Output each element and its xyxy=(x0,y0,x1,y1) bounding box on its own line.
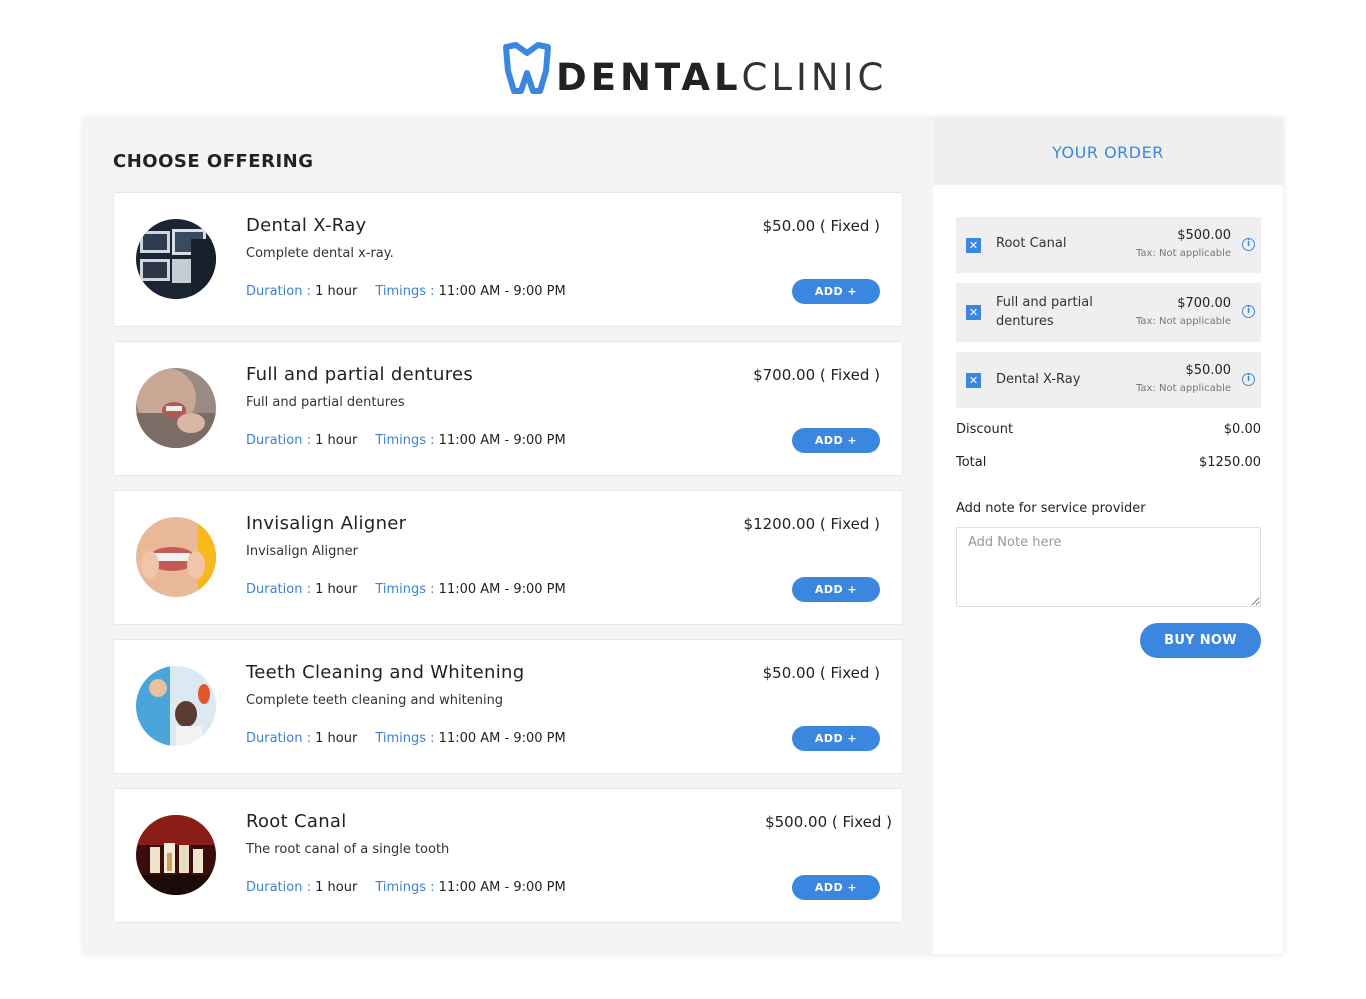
timings-value: 11:00 AM - 9:00 PM xyxy=(438,284,566,299)
order-title: YOUR ORDER xyxy=(1052,143,1164,162)
timings-value: 11:00 AM - 9:00 PM xyxy=(438,731,566,746)
order-item-price: $500.00 xyxy=(1177,228,1231,243)
timings-value: 11:00 AM - 9:00 PM xyxy=(438,880,566,895)
offering-card-teeth-cleaning: Teeth Cleaning and Whitening Complete te… xyxy=(113,639,903,774)
discount-value: $0.00 xyxy=(1223,422,1261,437)
offering-image xyxy=(136,517,216,597)
note-textarea[interactable] xyxy=(956,527,1261,607)
offering-card-invisalign: Invisalign Aligner Invisalign Aligner Du… xyxy=(113,490,903,625)
offerings-section: CHOOSE OFFERING Dental X-Ray Complete de… xyxy=(83,118,933,954)
order-section: YOUR ORDER ✕ Root Canal $500.00 Tax: Not… xyxy=(933,118,1283,954)
add-button[interactable]: ADD + xyxy=(792,279,880,304)
logo-wordmark: DENTALCLINIC xyxy=(556,59,887,96)
total-value: $1250.00 xyxy=(1198,455,1261,470)
offering-price: $50.00 ( Fixed ) xyxy=(762,217,880,235)
offering-price: $500.00 ( Fixed ) xyxy=(765,813,892,831)
duration-label: Duration : xyxy=(246,433,311,448)
order-item-price: $50.00 xyxy=(1185,363,1232,378)
add-button[interactable]: ADD + xyxy=(792,577,880,602)
offering-price: $700.00 ( Fixed ) xyxy=(753,366,880,384)
logo-text-bold: DENTAL xyxy=(556,55,742,99)
discount-row: Discount $0.00 xyxy=(956,422,1261,437)
duration-value: 1 hour xyxy=(315,433,358,448)
offering-meta: Duration : 1 hour Timings : 11:00 AM - 9:… xyxy=(246,880,566,895)
order-item-price: $700.00 xyxy=(1177,296,1231,311)
offering-meta: Duration : 1 hour Timings : 11:00 AM - 9:… xyxy=(246,433,566,448)
info-icon[interactable]: i xyxy=(1242,238,1255,251)
timings-label: Timings : xyxy=(375,433,435,448)
offering-description: Full and partial dentures xyxy=(246,395,405,410)
order-item-tax: Tax: Not applicable xyxy=(1135,248,1231,259)
offering-card-dental-xray: Dental X-Ray Complete dental x-ray. Dura… xyxy=(113,192,903,327)
duration-label: Duration : xyxy=(246,731,311,746)
duration-label: Duration : xyxy=(246,284,311,299)
offering-image xyxy=(136,219,216,299)
order-item-name: Root Canal xyxy=(996,236,1067,251)
info-icon[interactable]: i xyxy=(1242,305,1255,318)
offering-name: Full and partial dentures xyxy=(246,364,474,385)
booking-panel: CHOOSE OFFERING Dental X-Ray Complete de… xyxy=(83,118,1283,954)
offering-name: Root Canal xyxy=(246,811,347,832)
buy-now-button[interactable]: BUY NOW xyxy=(1140,623,1261,658)
offering-card-dentures: Full and partial dentures Full and parti… xyxy=(113,341,903,476)
total-row: Total $1250.00 xyxy=(956,455,1261,470)
add-button[interactable]: ADD + xyxy=(792,875,880,900)
offering-name: Invisalign Aligner xyxy=(246,513,407,534)
offering-image xyxy=(136,815,216,895)
timings-value: 11:00 AM - 9:00 PM xyxy=(438,433,566,448)
offering-name: Dental X-Ray xyxy=(246,215,367,236)
order-header: YOUR ORDER xyxy=(933,118,1283,185)
remove-item-icon[interactable]: ✕ xyxy=(966,373,981,388)
timings-label: Timings : xyxy=(375,582,435,597)
note-label: Add note for service provider xyxy=(956,501,1146,516)
tooth-logo-icon xyxy=(503,42,551,94)
duration-value: 1 hour xyxy=(315,880,358,895)
total-label: Total xyxy=(956,455,987,470)
offering-card-root-canal: Root Canal The root canal of a single to… xyxy=(113,788,903,923)
clinic-logo: DENTALCLINIC xyxy=(500,40,887,96)
order-item-dentures: ✕ Full and partial dentures $700.00 Tax:… xyxy=(956,283,1261,342)
order-item-tax: Tax: Not applicable xyxy=(1135,316,1231,327)
timings-label: Timings : xyxy=(375,284,435,299)
order-item-name: Full and partial dentures xyxy=(996,295,1093,329)
add-button[interactable]: ADD + xyxy=(792,726,880,751)
offering-meta: Duration : 1 hour Timings : 11:00 AM - 9:… xyxy=(246,582,566,597)
remove-item-icon[interactable]: ✕ xyxy=(966,305,981,320)
offering-price: $50.00 ( Fixed ) xyxy=(762,664,880,682)
add-button[interactable]: ADD + xyxy=(792,428,880,453)
timings-label: Timings : xyxy=(375,731,435,746)
offering-description: Complete teeth cleaning and whitening xyxy=(246,693,504,708)
order-item-root-canal: ✕ Root Canal $500.00 Tax: Not applicable… xyxy=(956,217,1261,273)
logo-text-light: CLINIC xyxy=(741,55,888,99)
offering-meta: Duration : 1 hour Timings : 11:00 AM - 9:… xyxy=(246,731,566,746)
discount-label: Discount xyxy=(956,422,1014,437)
order-item-tax: Tax: Not applicable xyxy=(1135,383,1231,394)
duration-value: 1 hour xyxy=(315,284,358,299)
offering-description: Invisalign Aligner xyxy=(246,544,358,559)
offering-description: Complete dental x-ray. xyxy=(246,246,394,261)
offerings-title: CHOOSE OFFERING xyxy=(113,151,314,172)
offering-meta: Duration : 1 hour Timings : 11:00 AM - 9:… xyxy=(246,284,566,299)
duration-label: Duration : xyxy=(246,582,311,597)
info-icon[interactable]: i xyxy=(1242,373,1255,386)
offering-price: $1200.00 ( Fixed ) xyxy=(743,515,880,533)
timings-value: 11:00 AM - 9:00 PM xyxy=(438,582,566,597)
duration-label: Duration : xyxy=(246,880,311,895)
timings-label: Timings : xyxy=(375,880,435,895)
offering-description: The root canal of a single tooth xyxy=(246,842,450,857)
offering-image xyxy=(136,368,216,448)
order-item-dental-xray: ✕ Dental X-Ray $50.00 Tax: Not applicabl… xyxy=(956,352,1261,408)
offering-image xyxy=(136,666,216,746)
duration-value: 1 hour xyxy=(315,582,358,597)
offering-name: Teeth Cleaning and Whitening xyxy=(246,662,525,683)
remove-item-icon[interactable]: ✕ xyxy=(966,238,981,253)
duration-value: 1 hour xyxy=(315,731,358,746)
order-item-name: Dental X-Ray xyxy=(996,372,1081,387)
